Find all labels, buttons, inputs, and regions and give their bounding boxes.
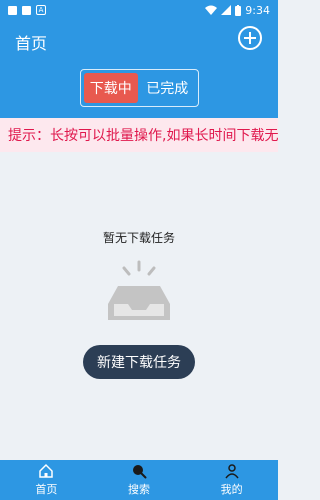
nav-item-profile[interactable]: 我的 <box>185 460 278 500</box>
empty-state-title: 暂无下载任务 <box>102 231 175 245</box>
tip-text: 提示：长按可以批量操作,如果长时间下载无 <box>8 128 278 144</box>
status-left: A <box>8 5 46 15</box>
signal-icon <box>221 5 232 15</box>
home-icon <box>39 463 54 478</box>
battery-icon <box>235 4 242 16</box>
nav-item-home[interactable]: 首页 <box>0 460 93 500</box>
status-bar: A 9:34 <box>0 0 278 20</box>
search-icon <box>133 465 147 479</box>
nav-item-label: 搜索 <box>128 483 150 496</box>
user-icon <box>225 464 239 479</box>
wifi-icon <box>205 5 218 15</box>
download-tab-switcher: 下载中 已完成 <box>80 69 199 107</box>
tab-completed[interactable]: 已完成 <box>140 73 195 103</box>
status-right: 9:34 <box>205 4 270 17</box>
add-button[interactable] <box>237 25 263 51</box>
notification-square-icon <box>8 5 17 15</box>
empty-inbox-icon <box>108 260 170 320</box>
a-badge-icon: A <box>36 5 46 15</box>
page-title: 首页 <box>15 34 48 53</box>
bottom-nav: 首页 搜索 我的 <box>0 460 278 500</box>
nav-item-label: 我的 <box>220 483 243 496</box>
status-time: 9:34 <box>245 3 270 17</box>
tip-bar: 提示：长按可以批量操作,如果长时间下载无 <box>0 118 278 152</box>
plus-circle-icon <box>238 26 262 50</box>
new-download-task-button[interactable]: 新建下载任务 <box>83 345 195 379</box>
nav-item-search[interactable]: 搜索 <box>93 460 186 500</box>
notification-square-icon <box>22 5 31 15</box>
tab-downloading[interactable]: 下载中 <box>84 73 138 103</box>
nav-item-label: 首页 <box>35 483 58 496</box>
